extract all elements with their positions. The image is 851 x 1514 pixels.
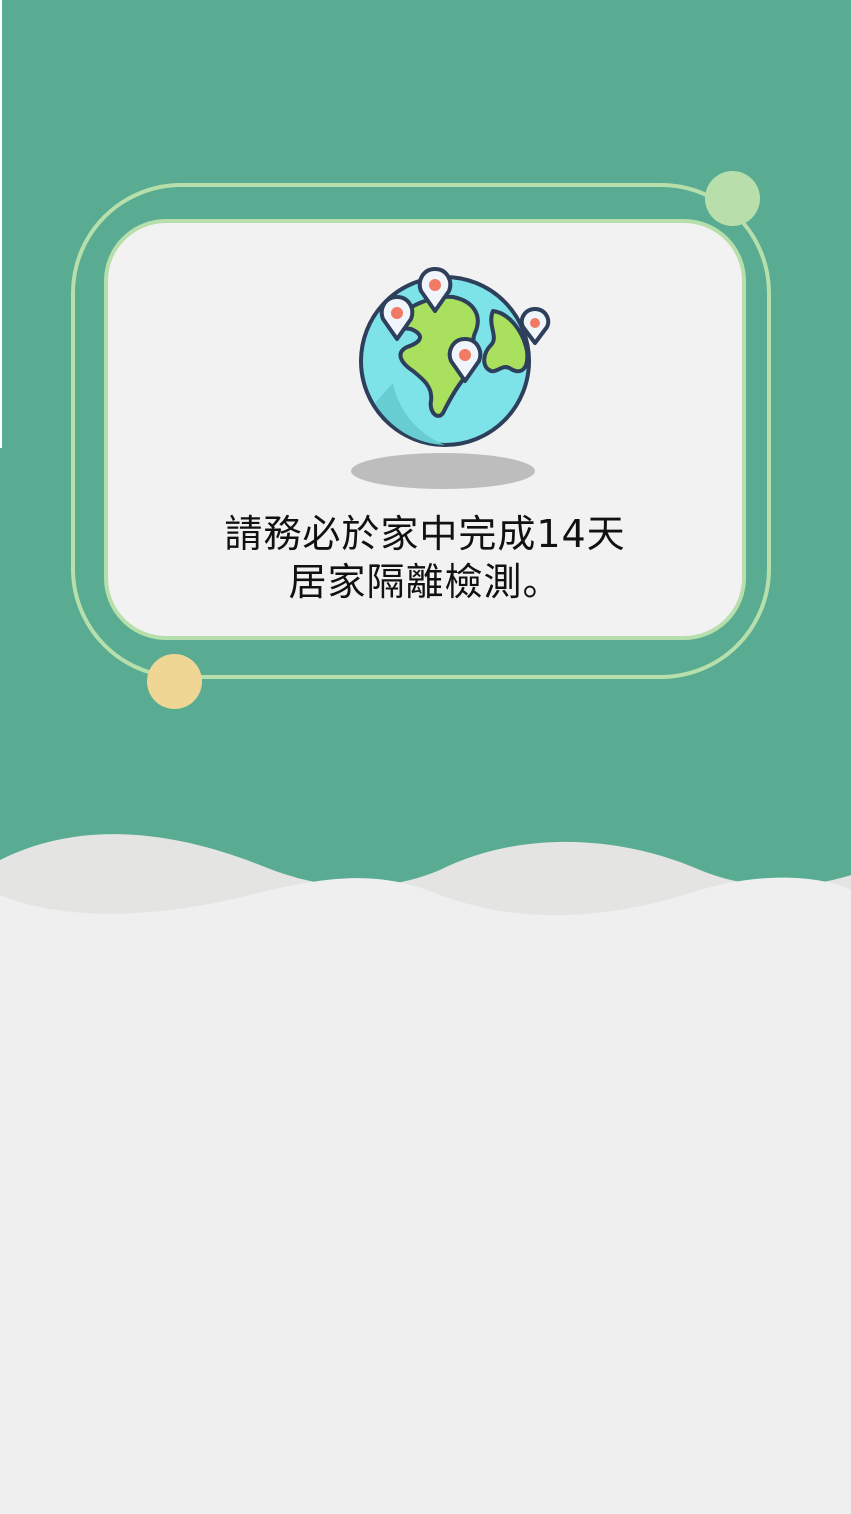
decorative-yellow-dot	[147, 654, 202, 709]
wave-divider	[0, 834, 851, 940]
decorative-green-dot	[705, 171, 760, 226]
message-line-2: 居家隔離檢測。	[288, 560, 562, 604]
notice-card: 請務必於家中完成14天 居家隔離檢測。	[104, 219, 746, 640]
message-line-1: 請務必於家中完成14天	[224, 512, 626, 556]
quarantine-message: 請務必於家中完成14天 居家隔離檢測。	[108, 510, 742, 606]
screen: 請務必於家中完成14天 居家隔離檢測。	[0, 0, 851, 1514]
globe-with-location-pins-icon	[351, 267, 551, 489]
edge-strip	[0, 0, 2, 448]
